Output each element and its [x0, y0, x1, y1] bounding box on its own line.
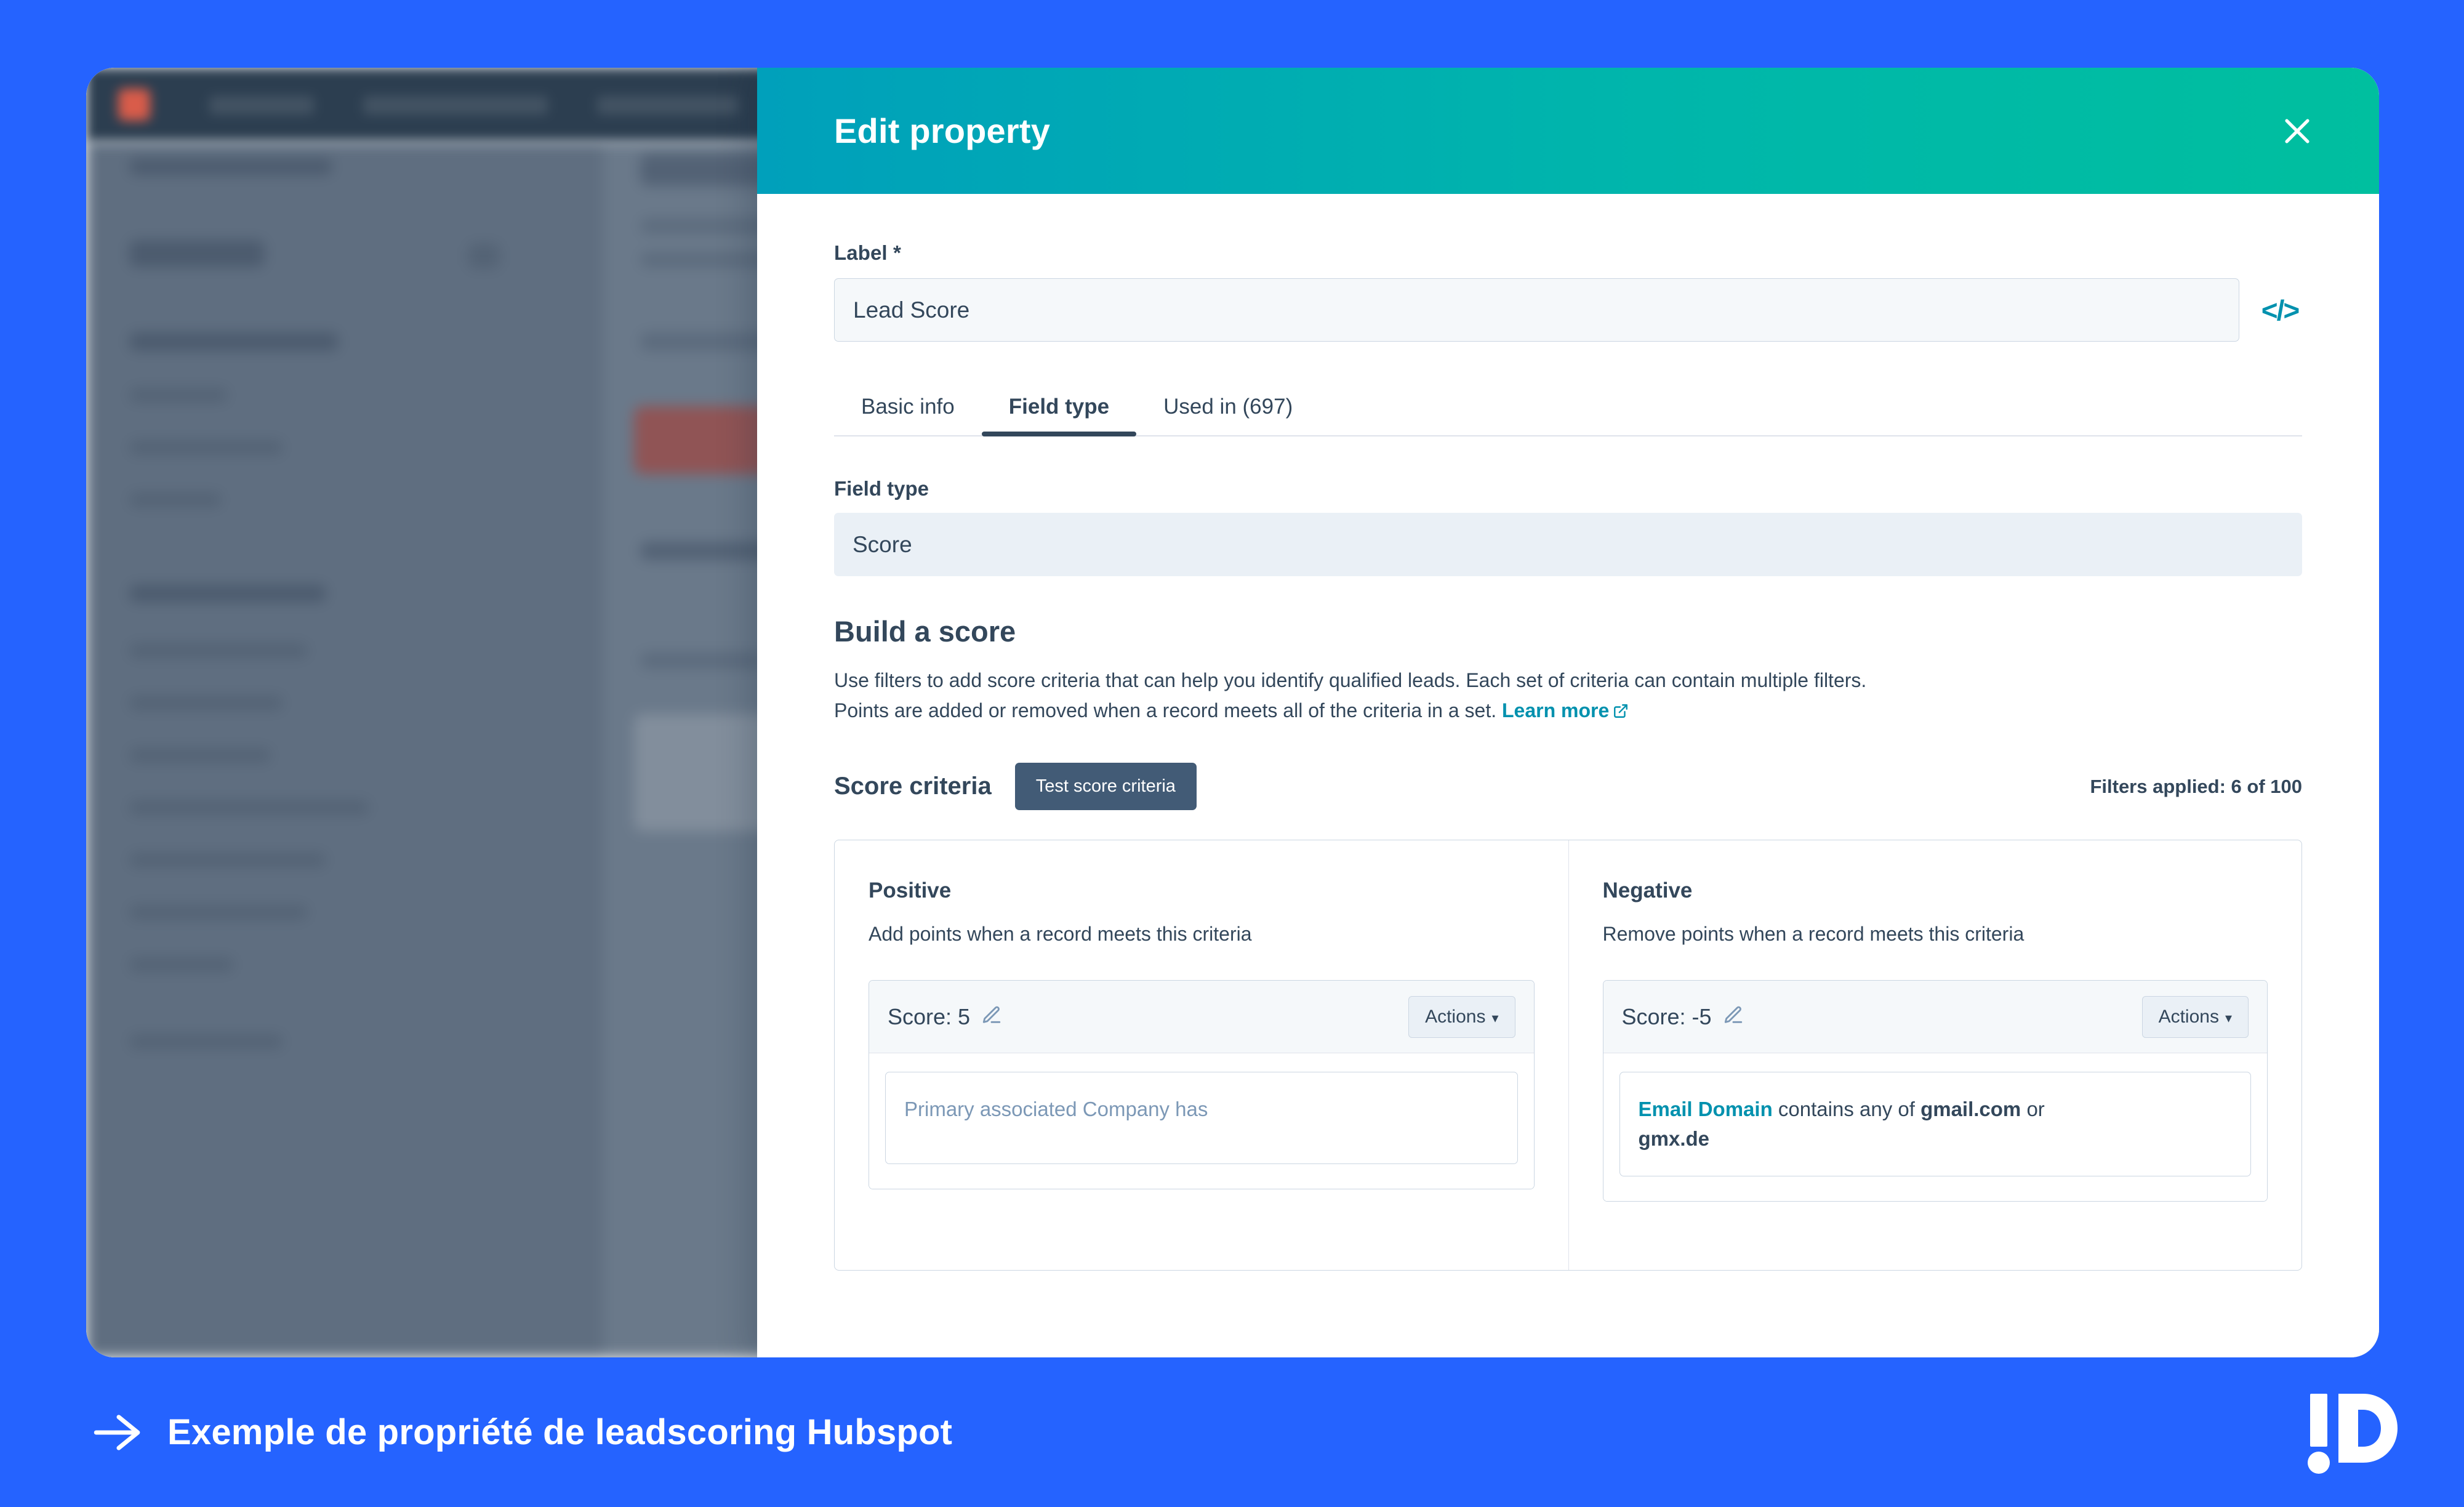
- screenshot-card: Edit property Label * Lead Score </> Bas…: [86, 68, 2379, 1357]
- negative-actions-label: Actions: [2158, 1006, 2219, 1027]
- negative-column-subtitle: Remove points when a record meets this c…: [1602, 923, 2025, 946]
- negative-score-label: Score: -5: [1621, 1003, 1712, 1029]
- edit-property-modal: Edit property Label * Lead Score </> Bas…: [757, 68, 2379, 1357]
- description-line-1: Use filters to add score criteria that c…: [834, 669, 1867, 691]
- label-field-row: Lead Score </>: [834, 278, 2302, 342]
- score-criteria-card: Positive Add points when a record meets …: [834, 840, 2302, 1271]
- positive-filter-text: Primary associated Company has: [904, 1098, 1208, 1121]
- brand-logo: [2304, 1390, 2402, 1475]
- caption-text: Exemple de propriété de leadscoring Hubs…: [167, 1412, 953, 1452]
- negative-criteria-column: Negative Remove points when a record mee…: [1568, 840, 2302, 1271]
- label-field-label: Label *: [834, 241, 901, 264]
- negative-column-title: Negative: [1602, 878, 1693, 903]
- field-type-label: Field type: [834, 477, 929, 500]
- chevron-down-icon: ▾: [2225, 1010, 2232, 1026]
- background-sidebar: [86, 142, 603, 1357]
- positive-filter-chip[interactable]: Primary associated Company has: [885, 1072, 1518, 1165]
- positive-score-header: Score: 5 Actions ▾: [869, 981, 1534, 1054]
- caption-bar: Exemple de propriété de leadscoring Hubs…: [0, 1357, 2464, 1507]
- negative-filter-value: gmail.com: [1920, 1098, 2021, 1121]
- positive-score-label: Score: 5: [888, 1003, 971, 1029]
- negative-filter-property: Email Domain: [1638, 1098, 1773, 1121]
- description-line-2: Points are added or removed when a recor…: [834, 699, 1497, 721]
- positive-actions-button[interactable]: Actions ▾: [1408, 995, 1515, 1038]
- positive-column-subtitle: Add points when a record meets this crit…: [869, 923, 1252, 946]
- label-input[interactable]: Lead Score: [834, 278, 2239, 342]
- negative-filter-chip[interactable]: Email Domain contains any of gmail.com o…: [1619, 1072, 2251, 1176]
- background-logo: [118, 89, 150, 121]
- close-icon[interactable]: [2274, 108, 2321, 155]
- positive-score-set: Score: 5 Actions ▾ Primary associated Com…: [869, 980, 1535, 1190]
- chevron-down-icon: ▾: [1491, 1010, 1499, 1026]
- tab-used-in[interactable]: Used in (697): [1136, 385, 1320, 435]
- negative-filter-tail: or: [2021, 1098, 2045, 1121]
- positive-criteria-column: Positive Add points when a record meets …: [835, 840, 1568, 1270]
- positive-filter-body: Primary associated Company has: [869, 1053, 1534, 1189]
- negative-score-header: Score: -5 Actions ▾: [1603, 981, 2267, 1054]
- score-criteria-title: Score criteria: [834, 773, 992, 800]
- build-a-score-description: Use filters to add score criteria that c…: [834, 665, 2302, 727]
- tab-basic-info[interactable]: Basic info: [834, 385, 982, 435]
- page-frame: Edit property Label * Lead Score </> Bas…: [0, 0, 2464, 1507]
- positive-column-title: Positive: [869, 878, 952, 903]
- filters-applied-count: Filters applied: 6 of 100: [2090, 775, 2302, 797]
- learn-more-link[interactable]: Learn more: [1502, 699, 1609, 721]
- positive-actions-label: Actions: [1425, 1006, 1486, 1027]
- tab-field-type[interactable]: Field type: [981, 385, 1137, 436]
- modal-body: Label * Lead Score </> Basic info Field …: [757, 194, 2379, 1357]
- edit-pencil-icon[interactable]: [1723, 1005, 1744, 1029]
- modal-header: Edit property: [757, 68, 2379, 194]
- score-criteria-header-row: Score criteria Test score criteria Filte…: [834, 763, 2302, 811]
- build-a-score-title: Build a score: [834, 615, 1016, 648]
- negative-score-set: Score: -5 Actions ▾ Email Domain contains…: [1602, 980, 2268, 1202]
- edit-pencil-icon[interactable]: [981, 1005, 1002, 1029]
- test-score-criteria-button[interactable]: Test score criteria: [1014, 763, 1197, 811]
- code-icon[interactable]: </>: [2258, 288, 2302, 332]
- negative-filter-body: Email Domain contains any of gmail.com o…: [1603, 1053, 2267, 1201]
- negative-actions-button[interactable]: Actions ▾: [2141, 995, 2249, 1038]
- field-type-value[interactable]: Score: [834, 513, 2302, 576]
- modal-tabs: Basic info Field type Used in (697): [834, 385, 2302, 436]
- negative-filter-operator: contains any of: [1772, 1098, 1921, 1121]
- arrow-right-icon: [92, 1414, 143, 1450]
- negative-filter-value-2: gmx.de: [1638, 1127, 1710, 1151]
- external-link-icon: [1613, 697, 1629, 728]
- modal-title: Edit property: [834, 111, 1051, 150]
